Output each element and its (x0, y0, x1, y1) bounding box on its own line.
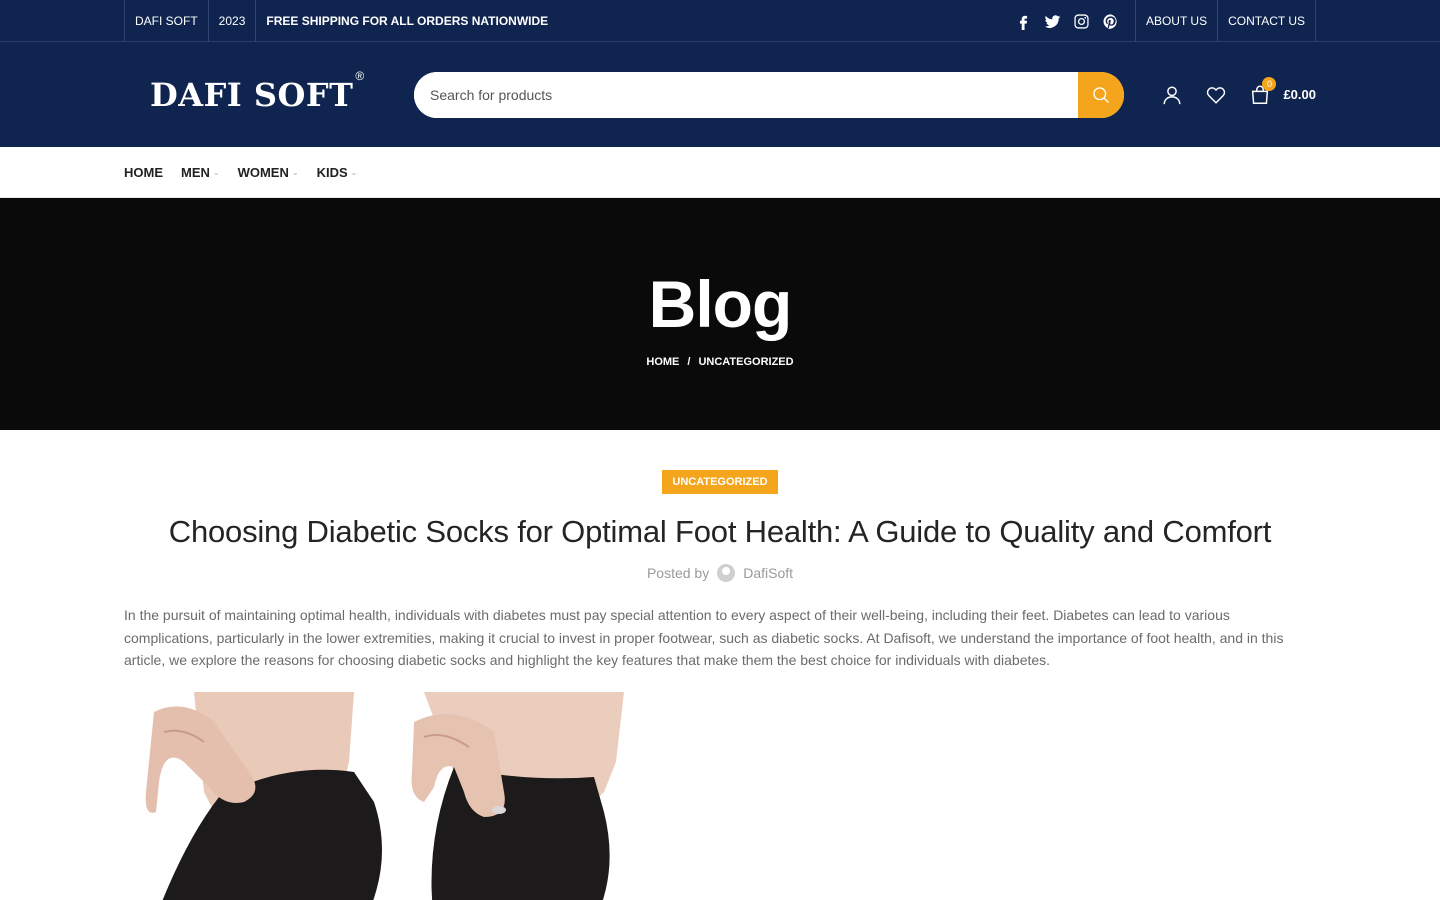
author-name[interactable]: DafiSoft (743, 565, 793, 581)
chevron-down-icon: ⌄ (350, 168, 358, 177)
breadcrumb-current: UNCATEGORIZED (698, 356, 794, 368)
registered-mark: ® (355, 68, 365, 83)
post-featured-image (124, 691, 656, 900)
breadcrumb-home[interactable]: HOME (646, 356, 679, 368)
nav-item-kids[interactable]: KIDS ⌄ (317, 165, 358, 180)
page-hero: Blog HOME / UNCATEGORIZED (0, 198, 1440, 430)
breadcrumb: HOME / UNCATEGORIZED (646, 356, 793, 368)
nav-item-men[interactable]: MEN ⌄ (181, 165, 220, 180)
post-intro: In the pursuit of maintaining optimal he… (124, 607, 1284, 668)
contact-us-link[interactable]: CONTACT US (1217, 0, 1316, 42)
post-title: Choosing Diabetic Socks for Optimal Foot… (168, 514, 1272, 549)
topbar-year: 2023 (207, 0, 256, 42)
search-icon (1093, 86, 1109, 103)
top-bar: DAFI SOFT 2023 FREE SHIPPING FOR ALL ORD… (0, 0, 1440, 42)
search-button[interactable] (1078, 71, 1124, 118)
about-us-link[interactable]: ABOUT US (1134, 0, 1217, 42)
search-bar (414, 71, 1124, 118)
instagram-icon[interactable] (1073, 13, 1090, 30)
post-meta: Posted by DafiSoft (124, 564, 1316, 582)
social-links (1015, 0, 1135, 42)
chevron-down-icon: ⌄ (291, 168, 299, 177)
nav-label: KIDS (316, 165, 348, 180)
main-nav: HOME MEN ⌄ WOMEN ⌄ KIDS ⌄ (0, 147, 1440, 198)
post-content: UNCATEGORIZED Choosing Diabetic Socks fo… (124, 430, 1316, 900)
topbar-brand: DAFI SOFT (124, 0, 208, 42)
category-badge[interactable]: UNCATEGORIZED (662, 470, 778, 494)
nav-item-home[interactable]: HOME (124, 165, 163, 180)
breadcrumb-separator: / (687, 356, 691, 368)
posted-by-label: Posted by (646, 565, 710, 581)
nav-label: MEN (181, 165, 210, 180)
nav-item-women[interactable]: WOMEN ⌄ (238, 165, 299, 180)
cart-button[interactable]: 0 £0.00 (1249, 76, 1316, 106)
cart-count-badge: 0 (1262, 76, 1277, 91)
account-icon[interactable] (1161, 84, 1183, 106)
cart-total: £0.00 (1283, 87, 1316, 102)
author-avatar (717, 564, 736, 582)
nav-label: WOMEN (237, 165, 289, 180)
page-title: Blog (648, 267, 793, 341)
main-header: DAFI SOFT® 0 £0.00 (0, 42, 1440, 147)
twitter-icon[interactable] (1044, 13, 1061, 30)
logo-text: DAFI SOFT (150, 75, 354, 114)
search-input[interactable] (414, 71, 1078, 118)
wishlist-icon[interactable] (1205, 84, 1227, 106)
site-logo[interactable]: DAFI SOFT ® (124, 69, 414, 114)
facebook-icon[interactable] (1015, 13, 1032, 30)
nav-label: HOME (124, 165, 163, 180)
topbar-shipping-notice: FREE SHIPPING FOR ALL ORDERS NATIONWIDE (255, 0, 558, 42)
pinterest-icon[interactable] (1102, 13, 1119, 30)
chevron-down-icon: ⌄ (212, 168, 220, 177)
